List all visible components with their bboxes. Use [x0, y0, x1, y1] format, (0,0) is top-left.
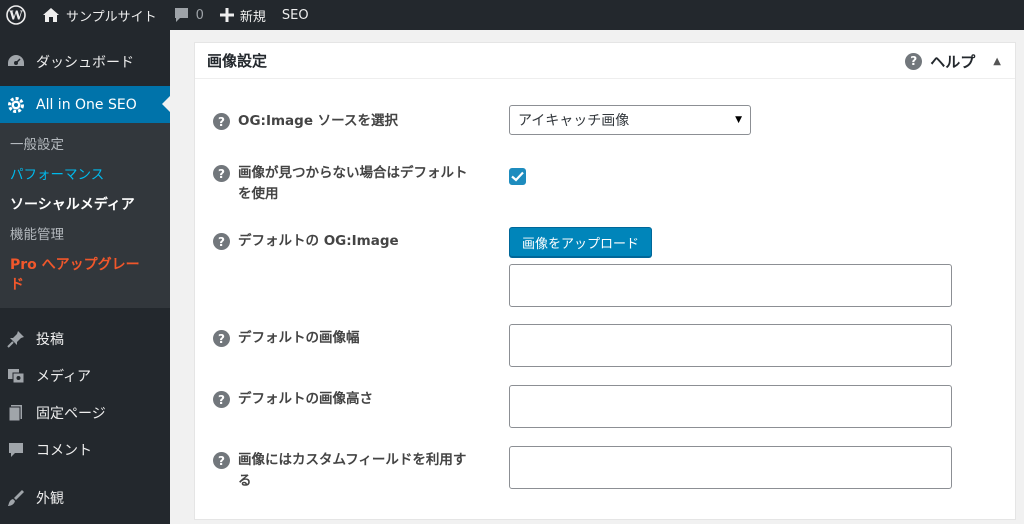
sidebar-item-posts[interactable]: 投稿 [0, 320, 170, 357]
sidebar-item-label: All in One SEO [36, 96, 137, 113]
sidebar-item-appearance[interactable]: 外観 [0, 479, 170, 516]
default-og-image-input[interactable] [509, 264, 952, 307]
og-source-label-group: ? OG:Image ソースを選択 [213, 111, 478, 132]
wp-logo-button[interactable]: W [0, 0, 34, 30]
site-name: サンプルサイト [66, 9, 157, 25]
custom-field-label-group: ? 画像にはカスタムフィールドを利用する [213, 450, 478, 492]
gauge-icon [6, 52, 26, 72]
gear-icon [6, 95, 26, 115]
svg-text:W: W [8, 9, 23, 23]
triangle-up-icon[interactable]: ▲ [993, 56, 1001, 67]
aioseo-submenu: 一般設定 パフォーマンス ソーシャルメディア 機能管理 Pro へアップグレー … [0, 123, 170, 308]
admin-bar: W サンプルサイト 0 新規 SEO [0, 0, 1024, 30]
default-height-label-group: ? デフォルトの画像高さ [213, 389, 478, 410]
question-icon[interactable]: ? [213, 330, 230, 347]
default-height-input[interactable] [509, 385, 952, 428]
default-width-input[interactable] [509, 324, 952, 367]
help-area: ? ヘルプ ▲ [905, 43, 1001, 79]
use-default-label-group: ? 画像が見つからない場合はデフォルトを使用 [213, 163, 478, 205]
og-source-select[interactable]: アイキャッチ画像 ▼ [509, 105, 751, 135]
sidebar-item-label: コメント [36, 442, 92, 459]
use-default-checkbox[interactable] [509, 168, 526, 185]
paintbrush-icon [6, 488, 26, 508]
plus-icon [219, 8, 234, 22]
panel-header: 画像設定 ? ヘルプ ▲ [195, 43, 1015, 79]
comments-link[interactable]: 0 [165, 0, 212, 30]
sidebar-item-label: 外観 [36, 490, 64, 507]
use-default-label: 画像が見つからない場合はデフォルトを使用 [238, 165, 468, 202]
new-content-link[interactable]: 新規 [212, 0, 274, 30]
submenu-item-upgrade[interactable]: Pro へアップグレー ド [0, 250, 170, 300]
question-icon[interactable]: ? [905, 52, 923, 70]
question-icon[interactable]: ? [213, 452, 230, 469]
og-source-label: OG:Image ソースを選択 [238, 113, 398, 129]
question-icon[interactable]: ? [213, 113, 230, 130]
sidebar-item-dashboard[interactable]: ダッシュボード [0, 43, 170, 80]
question-icon[interactable]: ? [213, 233, 230, 250]
sidebar-item-label: 投稿 [36, 331, 64, 348]
pushpin-icon [6, 329, 26, 349]
default-width-label-group: ? デフォルトの画像幅 [213, 328, 478, 349]
comment-bubble-icon [174, 8, 188, 22]
sidebar-item-pages[interactable]: 固定ページ [0, 394, 170, 431]
question-icon[interactable]: ? [213, 165, 230, 182]
chevron-down-icon: ▼ [735, 115, 742, 125]
new-label: 新規 [239, 9, 266, 25]
image-settings-panel: 画像設定 ? ヘルプ ▲ ? OG:Image ソースを選択 アイキャッチ画像 … [194, 42, 1016, 520]
site-name-link[interactable]: サンプルサイト [34, 0, 165, 30]
checkmark-icon [511, 171, 524, 182]
sidebar-item-label: メディア [36, 368, 92, 385]
wordpress-logo-icon: W [6, 5, 26, 25]
media-icon [6, 366, 26, 386]
submenu-item-general[interactable]: 一般設定 [0, 130, 170, 160]
sidebar-item-aioseo[interactable]: All in One SEO [0, 86, 170, 123]
default-width-label: デフォルトの画像幅 [238, 330, 360, 346]
default-height-label: デフォルトの画像高さ [238, 391, 373, 407]
home-icon [43, 8, 59, 22]
sidebar-item-label: ダッシュボード [36, 54, 134, 71]
sidebar-item-media[interactable]: メディア [0, 357, 170, 394]
comment-icon [6, 440, 26, 460]
submenu-item-features[interactable]: 機能管理 [0, 220, 170, 250]
seo-label: SEO [281, 7, 309, 23]
sidebar-item-label: 固定ページ [36, 405, 106, 422]
custom-field-input[interactable] [509, 446, 952, 489]
submenu-item-social[interactable]: ソーシャルメディア [0, 190, 170, 220]
panel-title: 画像設定 [207, 52, 268, 70]
default-og-label: デフォルトの OG:Image [238, 233, 399, 249]
admin-sidebar: ダッシュボード All in One SEO 一般設定 パフォーマンス ソーシャ… [0, 30, 170, 524]
seo-menu-link[interactable]: SEO [274, 0, 317, 30]
question-icon[interactable]: ? [213, 391, 230, 408]
help-link[interactable]: ヘルプ [930, 51, 975, 72]
upload-image-button[interactable]: 画像をアップロード [509, 227, 653, 257]
upgrade-line-2: ド [10, 277, 24, 293]
comments-count: 0 [195, 7, 204, 23]
custom-field-label: 画像にはカスタムフィールドを利用する [238, 452, 467, 489]
default-og-label-group: ? デフォルトの OG:Image [213, 231, 478, 252]
submenu-item-performance[interactable]: パフォーマンス [0, 160, 170, 190]
sidebar-item-comments[interactable]: コメント [0, 431, 170, 468]
pages-icon [6, 403, 26, 423]
og-source-selected: アイキャッチ画像 [518, 113, 630, 129]
upgrade-line-1: Pro へアップグレー [10, 257, 140, 273]
